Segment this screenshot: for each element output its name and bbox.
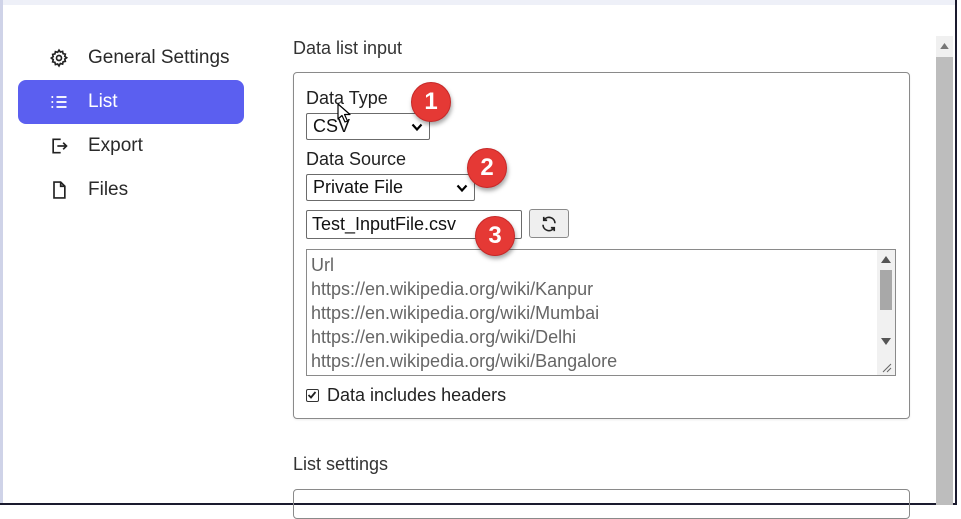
textarea-line: https://en.wikipedia.org/wiki/Mumbai <box>311 303 600 323</box>
chevron-down-icon <box>411 123 423 132</box>
headers-checkbox-row[interactable]: Data includes headers <box>306 385 506 405</box>
data-source-label: Data Source <box>306 149 407 169</box>
sidebar-item-list[interactable]: List <box>18 80 244 124</box>
data-type-select[interactable]: CSV <box>306 113 430 140</box>
gear-icon <box>48 47 70 69</box>
data-source-value: Private File <box>313 177 404 197</box>
list-icon <box>48 91 70 113</box>
sidebar-item-general-settings[interactable]: General Settings <box>18 36 244 80</box>
chevron-down-icon <box>456 184 468 193</box>
section-title-data-list-input: Data list input <box>293 38 403 58</box>
sidebar-item-files[interactable]: Files <box>18 168 244 212</box>
data-source-select[interactable]: Private File <box>306 174 475 201</box>
callout-badge-2: 2 <box>467 148 507 188</box>
headers-checkbox[interactable] <box>306 388 319 402</box>
refresh-button[interactable] <box>529 209 569 238</box>
callout-badge-1: 1 <box>411 82 451 122</box>
sidebar: General Settings List Export Files <box>18 36 244 212</box>
sidebar-item-label: List <box>88 91 118 112</box>
checkmark-icon <box>307 390 317 399</box>
textarea-line: https://en.wikipedia.org/wiki/Bangalore <box>311 351 618 371</box>
refresh-icon <box>542 216 556 231</box>
sidebar-item-label: Files <box>88 179 129 200</box>
scroll-down-icon <box>881 338 891 345</box>
sidebar-item-label: General Settings <box>88 47 230 68</box>
page-scroll-thumb[interactable] <box>936 57 953 505</box>
scroll-up-icon <box>881 256 891 263</box>
data-textarea[interactable]: Url https://en.wikipedia.org/wiki/Kanpur… <box>306 249 896 376</box>
resize-grip-icon[interactable] <box>882 363 892 373</box>
sidebar-item-label: Export <box>88 135 143 156</box>
file-icon <box>48 179 70 201</box>
page-scrollbar[interactable] <box>936 36 953 505</box>
section-title-list-settings: List settings <box>293 454 389 474</box>
sidebar-item-export[interactable]: Export <box>18 124 244 168</box>
export-icon <box>48 135 70 157</box>
textarea-scrollbar[interactable] <box>877 250 895 375</box>
textarea-scroll-thumb[interactable] <box>880 270 892 310</box>
callout-badge-3: 3 <box>475 216 515 256</box>
scroll-up-icon <box>940 43 949 49</box>
textarea-line: https://en.wikipedia.org/wiki/Delhi <box>311 327 577 347</box>
headers-checkbox-label: Data includes headers <box>327 384 507 405</box>
textarea-line: Url <box>311 255 334 275</box>
textarea-line: https://en.wikipedia.org/wiki/Kanpur <box>311 279 594 299</box>
mouse-cursor-icon <box>337 103 351 123</box>
list-settings-panel <box>293 489 910 519</box>
